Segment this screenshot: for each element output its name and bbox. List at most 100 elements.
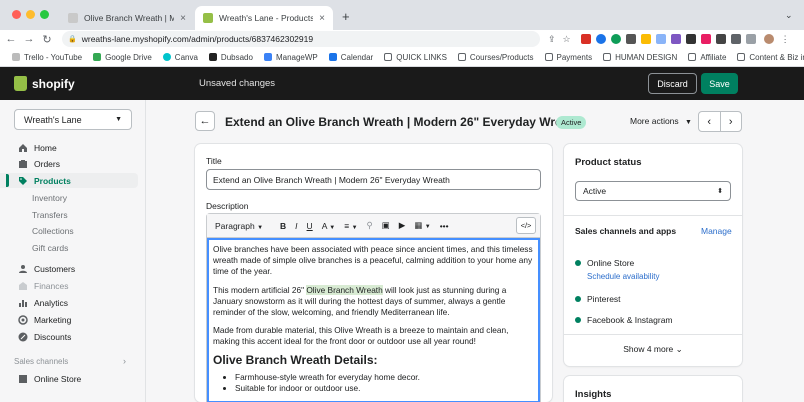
extension-icon[interactable] xyxy=(655,34,666,44)
bookmark-folder[interactable]: HUMAN DESIGN xyxy=(603,53,677,62)
home-icon xyxy=(18,143,28,153)
minimize-window-icon[interactable] xyxy=(26,10,35,19)
nav-analytics[interactable]: Analytics xyxy=(0,295,138,310)
forward-icon[interactable]: → xyxy=(22,33,36,45)
puzzle-icon[interactable] xyxy=(730,34,741,44)
browser-tab-active[interactable]: Wreath's Lane - Products - Extr × xyxy=(195,6,333,30)
bookmark-item[interactable]: Dubsado xyxy=(208,52,253,62)
show-more-button[interactable]: Show 4 more ⌄ xyxy=(564,344,742,355)
shopify-logo[interactable]: shopify xyxy=(14,76,75,91)
caret-down-icon: ▼ xyxy=(115,116,122,123)
nav-label: Orders xyxy=(34,158,60,169)
bookmark-folder[interactable]: Payments xyxy=(544,53,592,62)
close-window-icon[interactable] xyxy=(12,10,21,19)
avatar[interactable] xyxy=(763,34,774,44)
published-dot-icon xyxy=(575,296,581,302)
back-button[interactable]: ← xyxy=(195,111,215,131)
format-select[interactable]: Paragraph ▼ xyxy=(215,221,263,231)
browser-tab[interactable]: Olive Branch Wreath | Modern × xyxy=(60,6,194,30)
extension-icon[interactable] xyxy=(580,34,591,44)
address-bar[interactable]: 🔒 wreaths-lane.myshopify.com/admin/produ… xyxy=(62,31,540,47)
discard-button[interactable]: Discard xyxy=(648,73,697,94)
tab-title: Wreath's Lane - Products - Extr xyxy=(219,13,314,23)
extension-icon[interactable] xyxy=(625,34,636,44)
video-icon[interactable]: ▶ xyxy=(399,220,406,231)
store-selector[interactable]: Wreath's Lane ▼ xyxy=(14,109,132,130)
caret-down-icon: ▼ xyxy=(424,224,431,230)
bookmark-item[interactable]: Canva xyxy=(162,53,198,62)
reload-icon[interactable]: ↻ xyxy=(40,33,54,46)
close-tab-icon[interactable]: × xyxy=(319,13,325,24)
bookmark-folder[interactable]: Courses/Products xyxy=(457,53,534,62)
show-html-button[interactable]: </> xyxy=(516,217,536,234)
sales-channels-heading: Sales channels xyxy=(14,357,68,366)
bookmark-item[interactable]: Calendar xyxy=(328,53,373,62)
nav-orders[interactable]: Orders xyxy=(0,156,138,171)
new-tab-button[interactable]: + xyxy=(342,9,350,24)
nav-online-store[interactable]: Online Store xyxy=(0,371,138,386)
calendar-icon xyxy=(328,53,337,61)
extension-icon[interactable] xyxy=(640,34,651,44)
text-color-button[interactable]: A ▼ xyxy=(322,221,336,231)
folder-icon xyxy=(457,53,466,61)
tab-search-icon[interactable]: ⌄ xyxy=(785,10,793,21)
schedule-availability-link[interactable]: Schedule availability xyxy=(587,272,660,281)
rich-text-editor: Paragraph ▼ B I U A ▼ ≡ ▼ ⚲ ▣ ▶ ▦ ▼ ••• … xyxy=(206,213,541,402)
nav-products[interactable]: Products xyxy=(0,173,138,188)
save-button[interactable]: Save xyxy=(701,73,738,94)
next-product-button[interactable]: › xyxy=(721,112,742,131)
nav-transfers[interactable]: Transfers xyxy=(0,207,138,222)
chevron-down-icon: ⌄ xyxy=(675,344,683,354)
nav-customers[interactable]: Customers xyxy=(0,261,138,276)
nav-gift-cards[interactable]: Gift cards xyxy=(0,240,138,255)
extension-icon[interactable] xyxy=(700,34,711,44)
bookmark-item[interactable]: ManageWP xyxy=(263,53,318,62)
nav-marketing[interactable]: Marketing xyxy=(0,312,138,327)
kebab-menu-icon[interactable]: ⋮ xyxy=(781,34,790,45)
url-text: wreaths-lane.myshopify.com/admin/product… xyxy=(81,34,314,44)
extension-icon[interactable] xyxy=(685,34,696,44)
nav-collections[interactable]: Collections xyxy=(0,223,138,238)
extension-icon[interactable] xyxy=(670,34,681,44)
more-formatting-button[interactable]: ••• xyxy=(440,221,449,231)
manage-link[interactable]: Manage xyxy=(701,226,732,236)
bookmark-star-icon[interactable]: ☆ xyxy=(563,34,571,45)
align-button[interactable]: ≡ ▼ xyxy=(344,221,357,231)
previous-product-button[interactable]: ‹ xyxy=(699,112,721,131)
more-actions-button[interactable]: More actions ▼ xyxy=(630,116,692,126)
underline-button[interactable]: U xyxy=(307,221,313,231)
browser-toolbar: ← → ↻ 🔒 wreaths-lane.myshopify.com/admin… xyxy=(0,30,804,48)
editor-content[interactable]: Olive branches have been associated with… xyxy=(207,238,540,402)
extension-icon[interactable] xyxy=(745,34,756,44)
bookmark-item[interactable]: Google Drive xyxy=(93,53,152,62)
share-icon[interactable]: ⇪ xyxy=(548,34,556,45)
extension-icon[interactable] xyxy=(610,34,621,44)
insights-heading: Insights xyxy=(575,389,612,400)
link-icon[interactable]: ⚲ xyxy=(367,220,373,231)
nav-discounts[interactable]: Discounts xyxy=(0,329,138,344)
show-more-label: Show 4 more xyxy=(623,344,674,354)
title-input[interactable]: Extend an Olive Branch Wreath | Modern 2… xyxy=(206,169,541,190)
maximize-window-icon[interactable] xyxy=(40,10,49,19)
extension-icon[interactable] xyxy=(715,34,726,44)
nav-home[interactable]: Home xyxy=(0,140,138,155)
published-dot-icon xyxy=(575,317,581,323)
extension-icon[interactable] xyxy=(595,34,606,44)
table-button[interactable]: ▦ ▼ xyxy=(414,220,430,231)
bookmark-folder[interactable]: Affiliate xyxy=(688,53,726,62)
close-tab-icon[interactable]: × xyxy=(180,13,186,24)
image-icon[interactable]: ▣ xyxy=(382,220,390,231)
bold-button[interactable]: B xyxy=(280,221,286,231)
editor-toolbar: Paragraph ▼ B I U A ▼ ≡ ▼ ⚲ ▣ ▶ ▦ ▼ ••• … xyxy=(207,214,540,238)
nav-finances[interactable]: Finances xyxy=(0,278,138,293)
bookmark-item[interactable]: Trello - YouTube xyxy=(12,53,82,62)
bookmark-folder[interactable]: Content & Biz inspo xyxy=(737,53,804,62)
bookmark-label: Dubsado xyxy=(220,52,253,62)
bookmark-folder[interactable]: QUICK LINKS xyxy=(384,53,447,62)
back-icon[interactable]: ← xyxy=(4,33,18,45)
title-input-value: Extend an Olive Branch Wreath | Modern 2… xyxy=(213,174,450,185)
nav-inventory[interactable]: Inventory xyxy=(0,190,138,205)
chevron-right-icon[interactable]: › xyxy=(123,356,126,366)
italic-button[interactable]: I xyxy=(295,221,297,231)
status-select[interactable]: Active ⬍ xyxy=(575,181,731,201)
